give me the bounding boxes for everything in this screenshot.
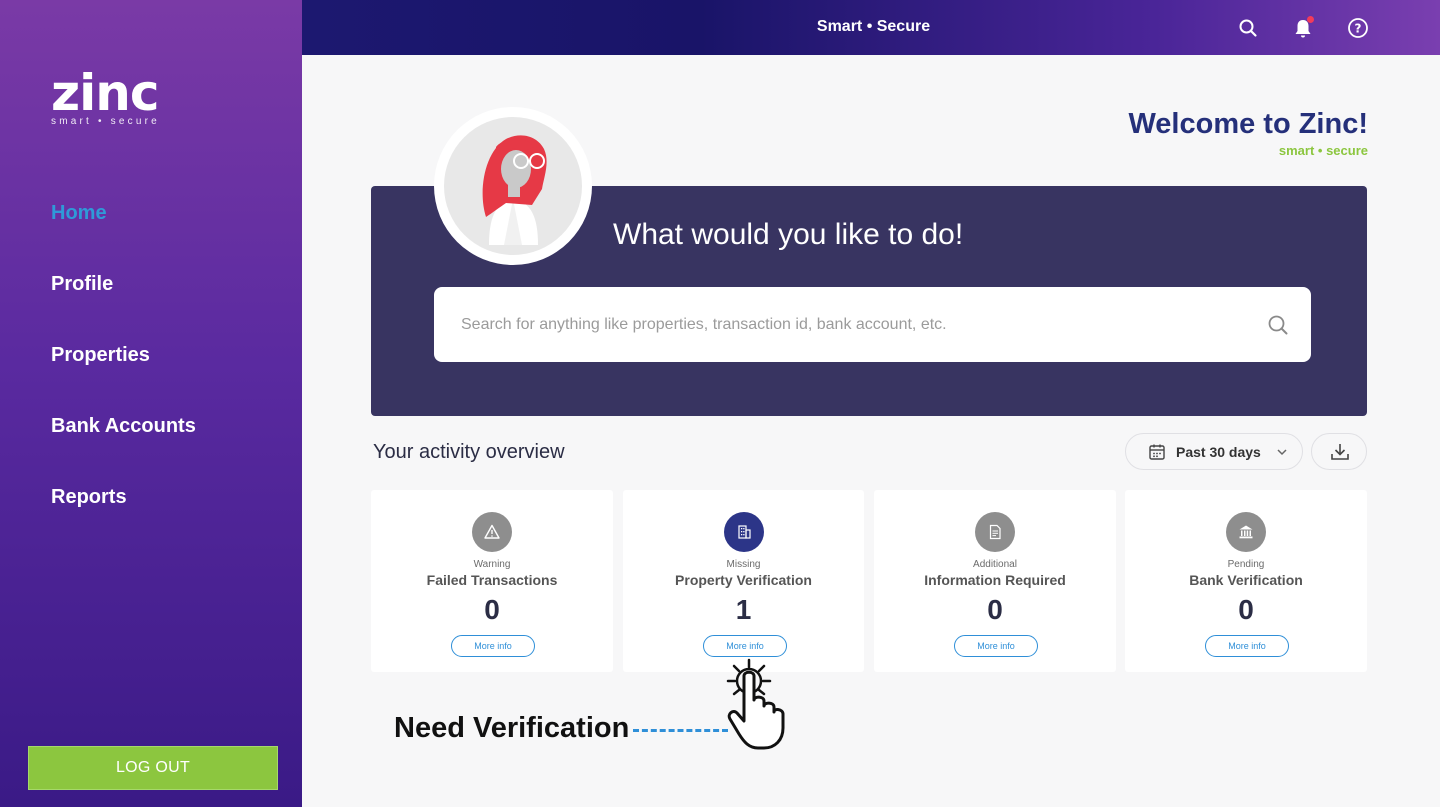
zinc-logo[interactable]: zinc smart • secure xyxy=(51,68,181,128)
calendar-icon xyxy=(1148,443,1166,466)
card-information-required: Additional Information Required 0 More i… xyxy=(874,490,1116,672)
logo-wordmark: zinc xyxy=(51,64,159,122)
download-button[interactable] xyxy=(1311,433,1367,470)
logout-button[interactable]: LOG OUT xyxy=(28,746,278,790)
bell-icon[interactable] xyxy=(1292,16,1314,39)
more-info-button[interactable]: More info xyxy=(1205,635,1289,657)
card-title: Bank Verification xyxy=(1189,572,1303,588)
card-caption: Warning xyxy=(473,559,511,570)
card-count: 0 xyxy=(987,594,1003,625)
more-info-button[interactable]: More info xyxy=(954,635,1038,657)
chevron-down-icon xyxy=(1276,445,1288,463)
top-bar: Smart • Secure ? xyxy=(302,0,1440,55)
sidebar-item-bank-accounts[interactable]: Bank Accounts xyxy=(51,409,196,480)
search-icon[interactable] xyxy=(1267,314,1289,336)
card-caption: Missing xyxy=(726,559,761,570)
welcome-title: Welcome to Zinc! xyxy=(1128,108,1368,140)
more-info-button[interactable]: More info xyxy=(703,635,787,657)
avatar[interactable] xyxy=(434,107,592,265)
download-icon xyxy=(1331,444,1349,460)
sidebar: zinc smart • secure Home Profile Propert… xyxy=(0,0,302,807)
hero-title: What would you like to do! xyxy=(613,218,964,251)
activity-title: Your activity overview xyxy=(373,441,565,463)
welcome-block: Welcome to Zinc! smart • secure xyxy=(1128,108,1368,158)
sidebar-item-profile[interactable]: Profile xyxy=(51,267,196,338)
card-count: 1 xyxy=(735,594,752,625)
card-title: Information Required xyxy=(924,572,1066,588)
help-icon[interactable]: ? xyxy=(1347,17,1369,39)
search-input[interactable] xyxy=(461,287,1261,362)
card-title: Failed Transactions xyxy=(426,572,558,588)
card-caption: Pending xyxy=(1227,559,1265,570)
bank-icon xyxy=(1226,512,1266,552)
logo-tagline: smart • secure xyxy=(51,116,160,127)
card-property-verification: Missing Property Verification 1 More inf… xyxy=(623,490,864,672)
card-title: Property Verification xyxy=(675,572,812,588)
card-bank-verification: Pending Bank Verification 0 More info xyxy=(1125,490,1367,672)
card-caption: Additional xyxy=(973,559,1017,570)
sidebar-item-properties[interactable]: Properties xyxy=(51,338,196,409)
annotation-dashed-line xyxy=(633,729,728,732)
card-count: 0 xyxy=(484,594,500,625)
sidebar-item-home[interactable]: Home xyxy=(51,196,196,267)
more-info-button[interactable]: More info xyxy=(451,635,535,657)
search-icon[interactable] xyxy=(1237,17,1259,39)
annotation-label: Need Verification xyxy=(394,712,630,744)
search-bar xyxy=(434,287,1311,362)
sidebar-item-reports[interactable]: Reports xyxy=(51,480,196,551)
welcome-subtitle: smart • secure xyxy=(1278,143,1368,158)
card-count: 0 xyxy=(1238,594,1254,625)
date-range-select[interactable]: Past 30 days xyxy=(1125,433,1303,470)
svg-text:?: ? xyxy=(1355,22,1362,36)
document-icon xyxy=(975,512,1015,552)
notification-dot xyxy=(1307,16,1314,23)
sidebar-nav: Home Profile Properties Bank Accounts Re… xyxy=(51,196,196,551)
pointing-hand-icon xyxy=(722,656,792,756)
topbar-title: Smart • Secure xyxy=(816,18,931,35)
building-icon xyxy=(724,512,764,552)
date-range-label: Past 30 days xyxy=(1176,444,1261,460)
card-failed-transactions: Warning Failed Transactions 0 More info xyxy=(371,490,613,672)
warning-icon xyxy=(472,512,512,552)
